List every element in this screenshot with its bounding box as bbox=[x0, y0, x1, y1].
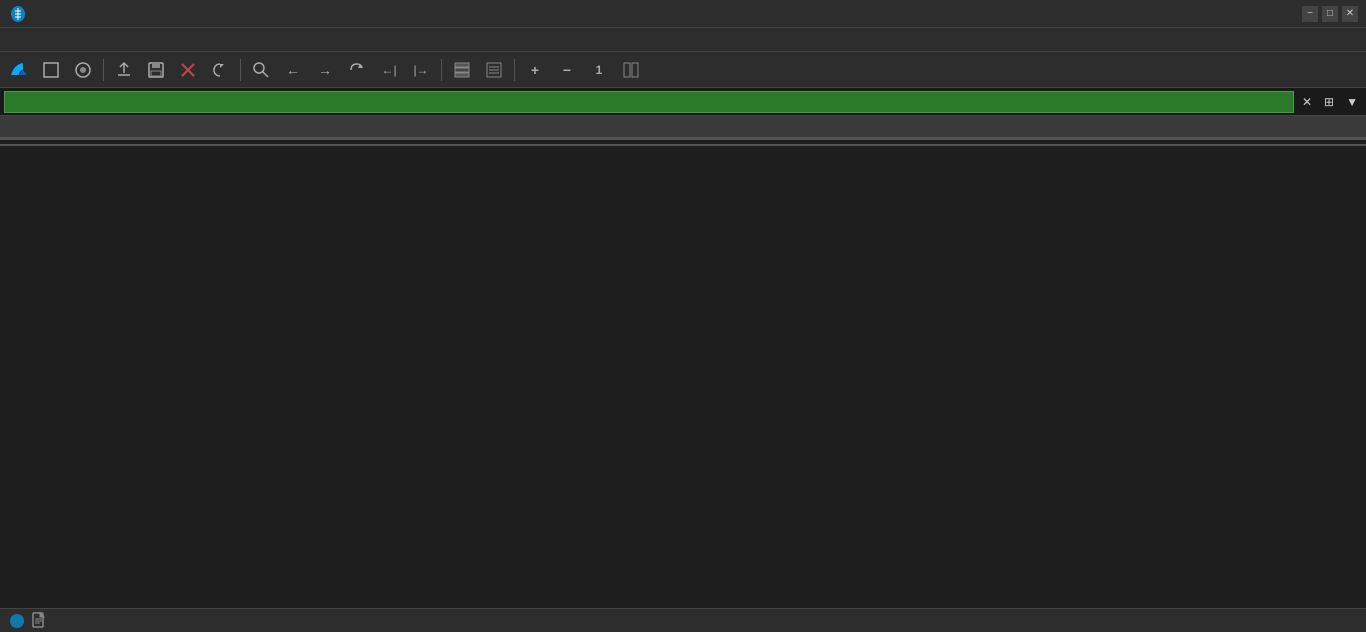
resize-icon bbox=[622, 61, 640, 79]
packet-list bbox=[0, 116, 1366, 140]
prev-packet-button[interactable]: ←| bbox=[374, 56, 404, 84]
maximize-button[interactable]: □ bbox=[1322, 6, 1338, 22]
find-icon bbox=[252, 61, 270, 79]
back-arrow-icon: ← bbox=[286, 62, 300, 78]
autoscroll-icon bbox=[485, 61, 503, 79]
colorize-icon bbox=[453, 61, 471, 79]
window-controls: − □ ✕ bbox=[1302, 6, 1358, 22]
file-icon bbox=[30, 612, 48, 630]
back-button[interactable]: ← bbox=[278, 56, 308, 84]
close-file-button[interactable] bbox=[173, 56, 203, 84]
title-bar: − □ ✕ bbox=[0, 0, 1366, 28]
zoom-in-button[interactable]: + bbox=[520, 56, 550, 84]
title-logo bbox=[8, 4, 28, 24]
stop-icon bbox=[42, 61, 60, 79]
save-button[interactable] bbox=[141, 56, 171, 84]
zoom-normal-button[interactable]: 1 bbox=[584, 56, 614, 84]
plus-icon: + bbox=[531, 62, 539, 78]
toolbar-separator-1 bbox=[103, 59, 104, 81]
filter-clear-button[interactable]: ✕ bbox=[1298, 91, 1316, 113]
open-file-button[interactable] bbox=[109, 56, 139, 84]
filter-bookmark-button[interactable]: ⊞ bbox=[1320, 91, 1338, 113]
reload-icon bbox=[211, 61, 229, 79]
status-bar bbox=[0, 608, 1366, 632]
zoom-out-button[interactable]: − bbox=[552, 56, 582, 84]
hex-dump bbox=[0, 146, 1366, 154]
one-icon: 1 bbox=[596, 63, 603, 77]
status-icons bbox=[8, 612, 48, 630]
stop-capture-button[interactable] bbox=[36, 56, 66, 84]
next-packet-button[interactable]: |→ bbox=[406, 56, 436, 84]
capture-options-button[interactable] bbox=[68, 56, 98, 84]
shark-fin-button[interactable] bbox=[4, 56, 34, 84]
upload-icon bbox=[115, 61, 133, 79]
wireshark-logo-icon bbox=[8, 4, 28, 24]
reload-button[interactable] bbox=[205, 56, 235, 84]
packet-list-header bbox=[0, 116, 1366, 138]
colorize-button[interactable] bbox=[447, 56, 477, 84]
find-button[interactable] bbox=[246, 56, 276, 84]
next-arrow-icon: |→ bbox=[413, 63, 428, 77]
close-file-icon bbox=[179, 61, 197, 79]
filter-input-wrapper bbox=[4, 91, 1294, 113]
wireshark-small-icon bbox=[8, 612, 26, 630]
save-icon bbox=[147, 61, 165, 79]
filter-input[interactable] bbox=[5, 95, 1293, 109]
resize-columns-button[interactable] bbox=[616, 56, 646, 84]
filter-dropdown-button[interactable]: ▼ bbox=[1342, 91, 1362, 113]
prev-arrow-icon: ←| bbox=[381, 63, 396, 77]
close-button[interactable]: ✕ bbox=[1342, 6, 1358, 22]
toolbar-separator-2 bbox=[240, 59, 241, 81]
toolbar: ← → ←| |→ + − 1 bbox=[0, 52, 1366, 88]
status-left bbox=[8, 612, 56, 630]
autoscroll-button[interactable] bbox=[479, 56, 509, 84]
goto-button[interactable] bbox=[342, 56, 372, 84]
circle-icon bbox=[74, 61, 92, 79]
filter-bar: ✕ ⊞ ▼ bbox=[0, 88, 1366, 116]
minimize-button[interactable]: − bbox=[1302, 6, 1318, 22]
toolbar-separator-3 bbox=[441, 59, 442, 81]
menu-bar bbox=[0, 28, 1366, 52]
forward-button[interactable]: → bbox=[310, 56, 340, 84]
goto-icon bbox=[348, 61, 366, 79]
minus-icon: − bbox=[563, 62, 571, 78]
shark-fin-icon bbox=[9, 60, 29, 80]
toolbar-separator-4 bbox=[514, 59, 515, 81]
forward-arrow-icon: → bbox=[318, 62, 332, 78]
